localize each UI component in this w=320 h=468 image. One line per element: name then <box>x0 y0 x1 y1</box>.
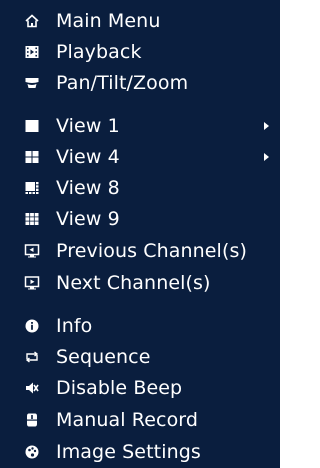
playback-icon <box>24 44 40 60</box>
info-icon <box>24 318 40 334</box>
menu-item-view-4[interactable]: View 4 <box>0 142 280 172</box>
previous-channel-icon <box>24 243 40 259</box>
sequence-icon <box>24 349 40 365</box>
menu-item-playback[interactable]: Playback <box>0 37 280 67</box>
record-icon <box>24 412 40 428</box>
menu-item-label: Pan/Tilt/Zoom <box>56 72 189 94</box>
menu-item-view-1[interactable]: View 1 <box>0 111 280 141</box>
menu-item-image-settings[interactable]: Image Settings <box>0 437 280 467</box>
menu-item-label: Previous Channel(s) <box>56 240 247 262</box>
menu-item-label: Info <box>56 315 93 337</box>
menu-item-label: Manual Record <box>56 409 199 431</box>
mute-icon <box>24 380 40 396</box>
image-settings-icon <box>24 444 40 460</box>
view-4-icon <box>24 149 40 165</box>
menu-item-next-channel[interactable]: Next Channel(s) <box>0 268 280 298</box>
view-1-icon <box>24 118 40 134</box>
menu-item-previous-channel[interactable]: Previous Channel(s) <box>0 236 280 266</box>
menu-item-view-8[interactable]: View 8 <box>0 173 280 203</box>
menu-item-disable-beep[interactable]: Disable Beep <box>0 373 280 403</box>
menu-item-label: Main Menu <box>56 10 161 32</box>
menu-item-view-9[interactable]: View 9 <box>0 204 280 234</box>
view-9-icon <box>24 211 40 227</box>
menu-item-sequence[interactable]: Sequence <box>0 342 280 372</box>
chevron-right-icon <box>264 153 269 161</box>
menu-item-label: View 8 <box>56 177 120 199</box>
menu-item-label: View 9 <box>56 208 120 230</box>
menu-item-label: Sequence <box>56 346 151 368</box>
menu-item-label: Playback <box>56 41 142 63</box>
menu-item-pan-tilt-zoom[interactable]: Pan/Tilt/Zoom <box>0 68 280 98</box>
menu-item-label: Next Channel(s) <box>56 272 211 294</box>
view-8-icon <box>24 180 40 196</box>
ptz-icon <box>24 75 40 91</box>
menu-item-label: Disable Beep <box>56 377 183 399</box>
menu-item-label: View 1 <box>56 115 120 137</box>
home-icon <box>24 13 40 29</box>
chevron-right-icon <box>264 122 269 130</box>
menu-item-info[interactable]: Info <box>0 311 280 341</box>
menu-item-label: Image Settings <box>56 441 201 463</box>
menu-item-label: View 4 <box>56 146 120 168</box>
menu-item-main-menu[interactable]: Main Menu <box>0 6 280 36</box>
next-channel-icon <box>24 275 40 291</box>
context-menu: Main Menu Playback Pan/Tilt/Zoom View 1 … <box>0 0 280 468</box>
menu-item-manual-record[interactable]: Manual Record <box>0 405 280 435</box>
